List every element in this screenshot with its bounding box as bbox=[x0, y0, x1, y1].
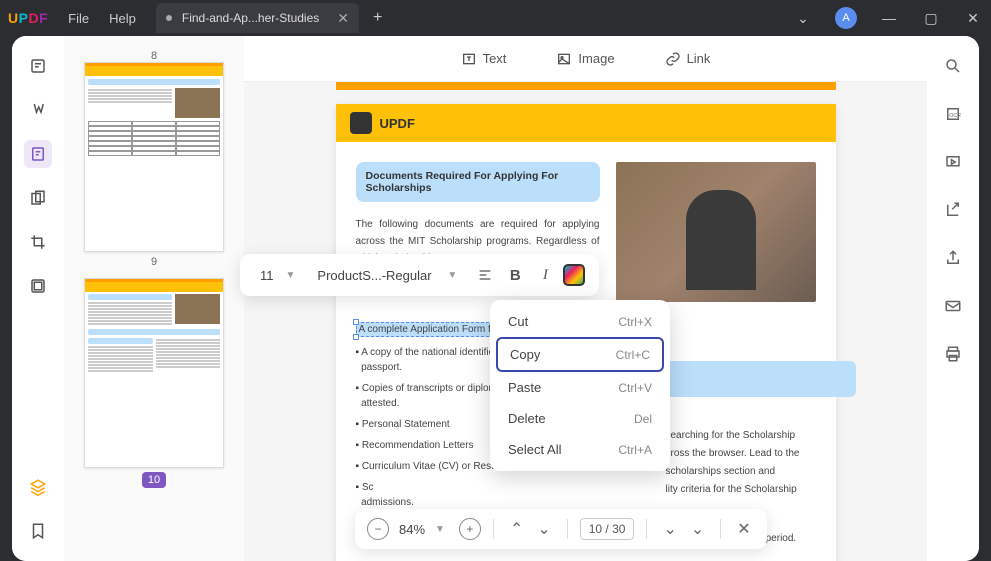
zoom-out-button[interactable]: − bbox=[367, 518, 389, 540]
tab-add-icon[interactable]: + bbox=[373, 9, 382, 27]
chevron-down-icon[interactable]: ⌄ bbox=[793, 10, 813, 27]
thumbnail-page-9[interactable]: 9 bbox=[84, 62, 224, 268]
callout-box bbox=[666, 361, 856, 397]
thumbnail-page-10[interactable]: 10 bbox=[84, 278, 224, 488]
expand-down-icon[interactable]: ⌄ bbox=[659, 519, 680, 539]
ctx-copy[interactable]: CopyCtrl+C bbox=[496, 337, 664, 372]
mail-icon[interactable] bbox=[939, 292, 967, 320]
edit-toolbar: Text Image Link bbox=[244, 36, 927, 82]
page-header: UPDF bbox=[336, 104, 836, 142]
tab-title: Find-and-Ap...her-Studies bbox=[182, 11, 319, 25]
main-view: Text Image Link UPDF Documents Required … bbox=[244, 36, 927, 561]
text-tool-button[interactable]: Text bbox=[461, 51, 507, 67]
ctx-delete[interactable]: DeleteDel bbox=[496, 403, 664, 434]
context-menu: CutCtrl+X CopyCtrl+C PasteCtrl+V DeleteD… bbox=[490, 300, 670, 471]
workspace: 8 9 10 Text Image Link bbox=[12, 36, 979, 561]
comment-icon[interactable] bbox=[24, 96, 52, 124]
thumbnail-panel: 8 9 10 bbox=[64, 36, 244, 561]
collapse-icon[interactable]: ⌄ bbox=[687, 519, 708, 539]
dropdown-icon[interactable]: ▼ bbox=[435, 524, 445, 535]
right-rail: OCR bbox=[927, 36, 979, 561]
print-icon[interactable] bbox=[939, 340, 967, 368]
thumb-number: 8 bbox=[84, 50, 224, 62]
right-column-text: searching for the Scholarshipcross the b… bbox=[666, 427, 856, 499]
stock-photo bbox=[616, 162, 816, 302]
layers-icon[interactable] bbox=[24, 473, 52, 501]
updf-logo-icon bbox=[350, 112, 372, 134]
share-icon[interactable] bbox=[939, 244, 967, 272]
ctx-cut[interactable]: CutCtrl+X bbox=[496, 306, 664, 337]
page-indicator[interactable]: 10 / 30 bbox=[580, 518, 635, 540]
page-brand: UPDF bbox=[380, 116, 415, 131]
organize-pages-icon[interactable] bbox=[24, 184, 52, 212]
italic-button[interactable]: I bbox=[533, 263, 557, 287]
next-page-icon[interactable]: ⌄ bbox=[533, 519, 554, 539]
menu-help[interactable]: Help bbox=[109, 11, 136, 26]
font-family-value[interactable]: ProductS...-Regular bbox=[311, 268, 441, 283]
titlebar: UPDF File Help Find-and-Ap...her-Studies… bbox=[0, 0, 991, 36]
ctx-paste[interactable]: PasteCtrl+V bbox=[496, 372, 664, 403]
bold-button[interactable]: B bbox=[503, 263, 527, 287]
search-icon[interactable] bbox=[939, 52, 967, 80]
zoom-page-toolbar: − 84% ▼ + ⌃ ⌄ 10 / 30 ⌄ ⌄ ✕ bbox=[355, 509, 767, 549]
tab-modified-indicator bbox=[166, 15, 172, 21]
thumb-number: 9 bbox=[84, 256, 224, 268]
section-heading: Documents Required For Applying For Scho… bbox=[356, 162, 600, 202]
text-color-button[interactable] bbox=[563, 264, 585, 286]
user-avatar[interactable]: A bbox=[835, 7, 857, 29]
export-icon[interactable] bbox=[939, 196, 967, 224]
image-tool-button[interactable]: Image bbox=[556, 51, 614, 67]
text-format-toolbar: 11 ▼ ProductS...-Regular ▼ B I bbox=[240, 254, 599, 296]
svg-text:OCR: OCR bbox=[949, 113, 961, 119]
font-size-value[interactable]: 11 bbox=[254, 268, 280, 283]
slideshow-icon[interactable] bbox=[939, 148, 967, 176]
window-maximize-icon[interactable]: ▢ bbox=[921, 10, 941, 27]
edit-pdf-icon[interactable] bbox=[24, 140, 52, 168]
app-logo: UPDF bbox=[8, 10, 48, 26]
ctx-select-all[interactable]: Select AllCtrl+A bbox=[496, 434, 664, 465]
crop-icon[interactable] bbox=[24, 228, 52, 256]
left-rail bbox=[12, 36, 64, 561]
tab-close-icon[interactable]: ✕ bbox=[337, 10, 349, 27]
close-toolbar-icon[interactable]: ✕ bbox=[733, 519, 754, 539]
ocr-icon[interactable]: OCR bbox=[939, 100, 967, 128]
align-icon[interactable] bbox=[473, 263, 497, 287]
link-tool-button[interactable]: Link bbox=[665, 51, 711, 67]
zoom-in-button[interactable]: + bbox=[459, 518, 481, 540]
menu-file[interactable]: File bbox=[68, 11, 89, 26]
document-tab[interactable]: Find-and-Ap...her-Studies ✕ bbox=[156, 3, 359, 33]
zoom-value: 84% bbox=[399, 522, 425, 537]
bookmark-icon[interactable] bbox=[24, 517, 52, 545]
redact-icon[interactable] bbox=[24, 272, 52, 300]
window-minimize-icon[interactable]: — bbox=[879, 10, 899, 26]
thumb-number-current: 10 bbox=[142, 472, 166, 488]
prev-page-icon[interactable]: ⌃ bbox=[506, 519, 527, 539]
dropdown-icon[interactable]: ▼ bbox=[286, 270, 296, 281]
dropdown-icon[interactable]: ▼ bbox=[447, 270, 457, 281]
reader-mode-icon[interactable] bbox=[24, 52, 52, 80]
window-close-icon[interactable]: ✕ bbox=[963, 10, 983, 27]
